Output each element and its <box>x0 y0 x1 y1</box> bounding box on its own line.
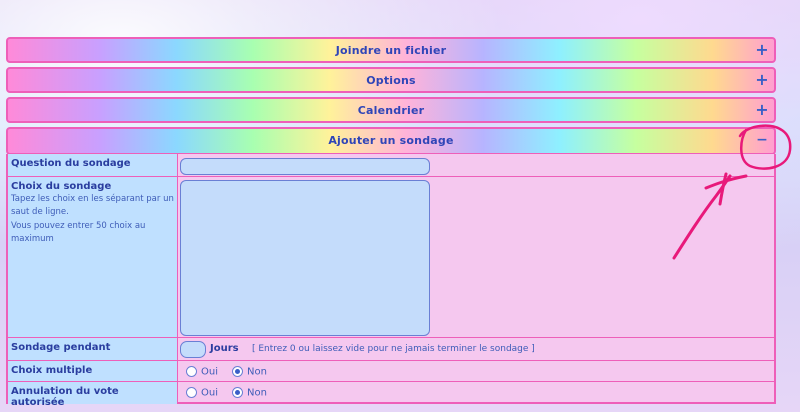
section-attach-file-title[interactable]: Joindre un fichier <box>8 44 774 57</box>
poll-duration-label-cell: Sondage pendant <box>8 338 178 360</box>
annotation-arrow-icon <box>672 124 792 260</box>
cancel-no-radio[interactable] <box>232 387 243 399</box>
poll-cancel-label: Annulation du vote autorisée <box>11 386 119 408</box>
multiple-no-option[interactable]: Non <box>232 366 267 378</box>
poll-cancel-row: Annulation du vote autorisée Oui Non <box>8 382 774 408</box>
section-options-title[interactable]: Options <box>8 74 774 87</box>
poll-multiple-label: Choix multiple <box>11 365 93 376</box>
poll-question-label: Question du sondage <box>11 158 131 169</box>
poll-question-input[interactable] <box>180 158 430 175</box>
multiple-no-label: Non <box>247 366 267 378</box>
section-options[interactable]: Options + <box>6 67 776 93</box>
poll-multiple-label-cell: Choix multiple <box>8 361 178 381</box>
multiple-yes-option[interactable]: Oui <box>186 366 218 378</box>
cancel-no-option[interactable]: Non <box>232 387 267 399</box>
poll-duration-label: Sondage pendant <box>11 342 111 353</box>
cancel-yes-radio[interactable] <box>186 387 197 399</box>
poll-duration-input[interactable] <box>180 341 206 358</box>
multiple-yes-radio[interactable] <box>186 366 197 378</box>
multiple-no-radio[interactable] <box>232 366 243 378</box>
poll-choices-label-cell: Choix du sondage Tapez les choix en les … <box>8 177 178 337</box>
multiple-yes-label: Oui <box>201 366 218 378</box>
expand-plus-icon[interactable]: + <box>755 42 769 58</box>
cancel-yes-label: Oui <box>201 387 218 399</box>
poll-choices-hint-separator: Tapez les choix en les séparant par un s… <box>11 194 174 217</box>
cancel-yes-option[interactable]: Oui <box>186 387 218 399</box>
poll-duration-row: Sondage pendant Jours [ Entrez 0 ou lais… <box>8 338 774 361</box>
poll-multiple-row: Choix multiple Oui Non <box>8 361 774 382</box>
poll-cancel-options: Oui Non <box>186 386 281 399</box>
poll-duration-unit: Jours <box>210 343 239 354</box>
poll-duration-hint: [ Entrez 0 ou laissez vide pour ne jamai… <box>252 344 535 354</box>
cancel-no-label: Non <box>247 387 267 399</box>
poll-cancel-label-cell: Annulation du vote autorisée <box>8 382 178 408</box>
poll-question-label-cell: Question du sondage <box>8 154 178 176</box>
poll-choices-hint-max: Vous pouvez entrer 50 choix au maximum <box>11 221 146 244</box>
section-attach-file[interactable]: Joindre un fichier + <box>6 37 776 63</box>
expand-plus-icon[interactable]: + <box>755 72 769 88</box>
poll-choices-textarea[interactable] <box>180 180 430 336</box>
poll-multiple-options: Oui Non <box>186 365 281 378</box>
poll-choices-label: Choix du sondage <box>11 181 112 192</box>
